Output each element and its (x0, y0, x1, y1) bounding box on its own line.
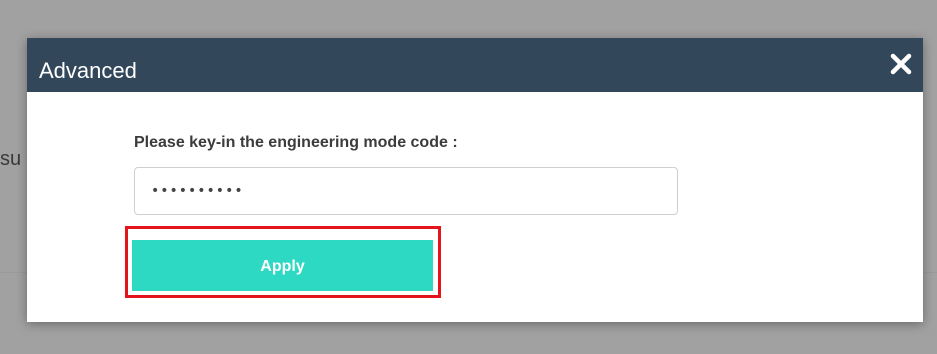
close-button[interactable] (887, 50, 915, 78)
dialog-header: Advanced (27, 38, 923, 92)
engineering-code-input[interactable]: •••••••••• (134, 167, 678, 215)
close-icon (890, 53, 912, 75)
engineering-code-label: Please key-in the engineering mode code … (134, 134, 458, 151)
apply-button[interactable]: Apply (132, 240, 433, 291)
dialog-title: Advanced (39, 58, 137, 83)
advanced-dialog: Advanced Please key-in the engineering m… (27, 38, 923, 322)
background-page-text: su (0, 148, 22, 170)
